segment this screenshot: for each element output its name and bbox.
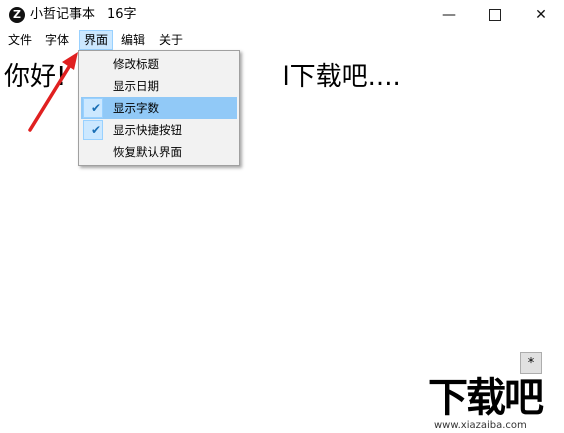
- menu-item-label: 显示快捷按钮: [113, 123, 182, 137]
- menu-interface[interactable]: 界面: [79, 30, 114, 50]
- shortcut-button[interactable]: *: [520, 352, 542, 374]
- menu-item-show-shortcut-buttons[interactable]: ✔ 显示快捷按钮: [81, 119, 237, 141]
- watermark-logo: 下载吧: [428, 375, 544, 421]
- menu-item-label: 修改标题: [113, 57, 159, 71]
- editor-text-left: 你好!: [4, 62, 67, 92]
- menu-file[interactable]: 文件: [4, 30, 36, 50]
- menu-item-show-char-count[interactable]: ✔ 显示字数: [81, 97, 237, 119]
- menu-item-label: 恢复默认界面: [113, 145, 182, 159]
- title-bar: Z 小哲记事本 16字 — ✕: [0, 0, 564, 30]
- watermark: 下载吧 www.xiazaiba.com: [428, 376, 564, 433]
- menu-item-restore-default-ui[interactable]: 恢复默认界面: [81, 141, 237, 163]
- app-logo-icon: Z: [9, 7, 25, 23]
- maximize-button[interactable]: [472, 0, 518, 30]
- minimize-button[interactable]: —: [426, 0, 472, 30]
- menu-bar: 文件 字体 界面 编辑 关于: [0, 30, 564, 50]
- menu-item-show-date[interactable]: 显示日期: [81, 75, 237, 97]
- char-count: 16字: [107, 7, 137, 22]
- checkmark-icon: ✔: [90, 101, 102, 115]
- app-name: 小哲记事本: [30, 7, 96, 22]
- menu-about[interactable]: 关于: [155, 30, 187, 50]
- menu-item-edit-title[interactable]: 修改标题: [81, 53, 237, 75]
- menu-item-label: 显示字数: [113, 101, 159, 115]
- maximize-icon: [489, 9, 501, 21]
- close-button[interactable]: ✕: [518, 0, 564, 30]
- notepad-window: Z 小哲记事本 16字 — ✕ 文件 字体 界面 编辑 关于 你好! l下载吧...…: [0, 0, 564, 433]
- menu-edit[interactable]: 编辑: [117, 30, 149, 50]
- checkmark-icon: ✔: [90, 123, 102, 137]
- interface-dropdown-menu: 修改标题 显示日期 ✔ 显示字数 ✔ 显示快捷按钮 恢复默认界面: [78, 50, 240, 166]
- watermark-url: www.xiazaiba.com: [434, 420, 527, 431]
- window-title: 小哲记事本 16字: [30, 6, 137, 24]
- editor-text-right: l下载吧....: [282, 62, 401, 92]
- menu-font[interactable]: 字体: [41, 30, 73, 50]
- menu-item-label: 显示日期: [113, 79, 159, 93]
